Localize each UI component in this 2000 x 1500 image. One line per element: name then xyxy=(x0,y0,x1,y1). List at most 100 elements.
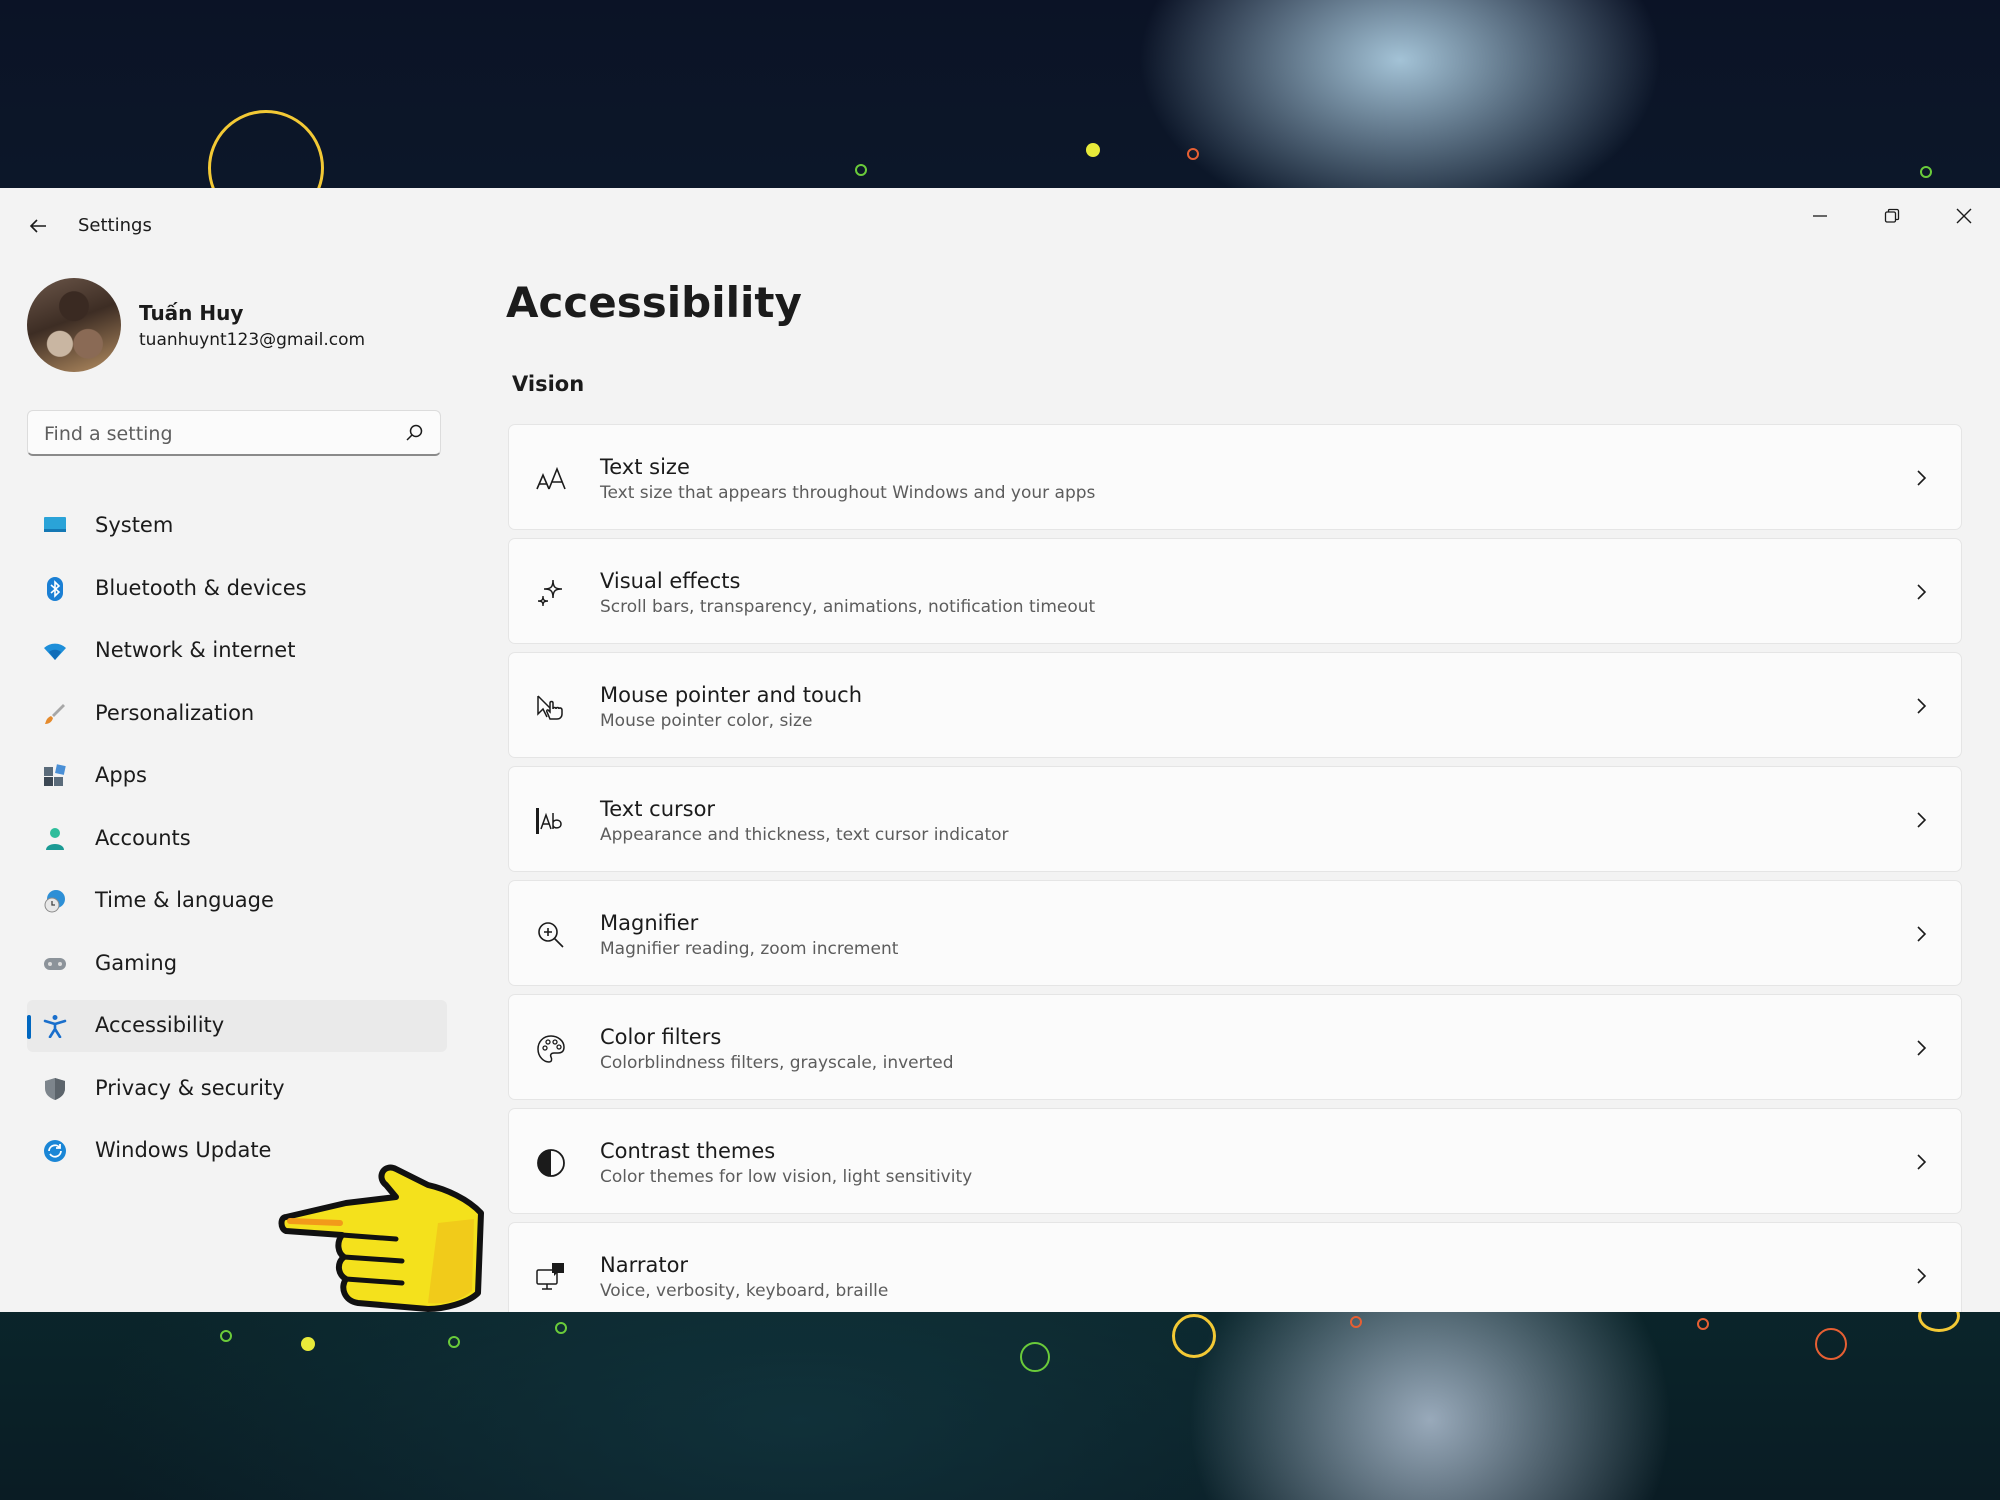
chevron-right-icon xyxy=(1917,1268,1927,1284)
maximize-button[interactable] xyxy=(1860,196,1924,236)
setting-title: Mouse pointer and touch xyxy=(600,683,863,707)
decorative-ring xyxy=(1020,1342,1050,1372)
gamepad-icon xyxy=(44,957,66,970)
text-size-icon xyxy=(536,466,566,490)
globe-clock-icon xyxy=(44,890,65,913)
chevron-right-icon xyxy=(1917,470,1927,486)
sidebar-item-label: Gaming xyxy=(95,950,178,975)
apps-icon xyxy=(44,764,66,786)
setting-title: Color filters xyxy=(600,1025,722,1049)
palette-icon xyxy=(537,1035,565,1063)
chevron-right-icon xyxy=(1917,812,1927,828)
decorative-ring xyxy=(555,1322,567,1334)
narrator-icon xyxy=(536,1263,564,1290)
sidebar-item-label: Accounts xyxy=(95,825,191,850)
setting-title: Visual effects xyxy=(600,569,741,593)
setting-text-cursor[interactable]: Text cursor Appearance and thickness, te… xyxy=(508,766,1962,872)
sidebar-item-label: Time & language xyxy=(95,888,274,912)
close-icon xyxy=(1956,208,1972,224)
chevron-right-icon xyxy=(1917,926,1927,942)
back-button[interactable] xyxy=(20,208,56,244)
setting-description: Colorblindness filters, grayscale, inver… xyxy=(600,1053,954,1073)
setting-text-size[interactable]: Text size Text size that appears through… xyxy=(508,424,1962,530)
sidebar-item-accessibility[interactable]: Accessibility xyxy=(27,1000,447,1052)
sidebar-item-label: Accessibility xyxy=(95,1013,225,1037)
setting-description: Scroll bars, transparency, animations, n… xyxy=(600,597,1096,617)
setting-description: Mouse pointer color, size xyxy=(600,711,813,731)
sidebar-item-label: System xyxy=(95,513,174,537)
decorative-dot xyxy=(1086,143,1100,157)
decorative-ring xyxy=(220,1330,232,1342)
sidebar-item-gaming[interactable]: Gaming xyxy=(27,938,447,990)
close-button[interactable] xyxy=(1932,196,1996,236)
sidebar-nav: System Bluetooth & devices Network & int… xyxy=(27,500,447,1188)
chevron-right-icon xyxy=(1917,1154,1927,1170)
minimize-icon xyxy=(1813,215,1827,217)
decorative-ring xyxy=(1350,1316,1362,1328)
user-name: Tuấn Huy xyxy=(139,301,244,325)
setting-magnifier[interactable]: Magnifier Magnifier reading, zoom increm… xyxy=(508,880,1962,986)
page-title: Accessibility xyxy=(506,278,802,327)
magnifier-icon xyxy=(538,922,564,948)
user-email: tuanhuynt123@gmail.com xyxy=(139,330,366,350)
person-icon xyxy=(46,827,64,850)
sidebar-item-time-language[interactable]: Time & language xyxy=(27,875,447,927)
sidebar-item-label: Privacy & security xyxy=(95,1075,285,1100)
sidebar-item-label: Personalization xyxy=(95,700,255,725)
pointer-touch-icon xyxy=(537,695,563,720)
decorative-ring xyxy=(1920,166,1932,178)
setting-color-filters[interactable]: Color filters Colorblindness filters, gr… xyxy=(508,994,1962,1100)
bluetooth-icon xyxy=(47,576,63,601)
text-cursor-icon xyxy=(536,808,562,834)
contrast-icon xyxy=(537,1149,565,1177)
paintbrush-icon xyxy=(45,703,65,724)
sidebar-item-privacy-security[interactable]: Privacy & security xyxy=(27,1063,447,1115)
selected-indicator xyxy=(27,1015,31,1039)
decorative-ring xyxy=(1187,148,1199,160)
sidebar-item-system[interactable]: System xyxy=(27,500,447,552)
monitor-icon xyxy=(44,517,66,532)
setting-contrast-themes[interactable]: Contrast themes Color themes for low vis… xyxy=(508,1108,1962,1214)
minimize-button[interactable] xyxy=(1788,196,1852,236)
decorative-ring xyxy=(1697,1318,1709,1330)
decorative-ring xyxy=(1815,1328,1847,1360)
sparkle-icon xyxy=(537,579,563,607)
pointing-hand-icon xyxy=(278,1164,484,1312)
setting-title: Contrast themes xyxy=(600,1139,776,1163)
search-box[interactable] xyxy=(27,410,441,457)
title-bar: Settings xyxy=(0,188,2000,264)
setting-description: Appearance and thickness, text cursor in… xyxy=(600,825,1009,845)
chevron-right-icon xyxy=(1917,584,1927,600)
sidebar-item-label: Network & internet xyxy=(95,638,296,662)
sidebar-item-personalization[interactable]: Personalization xyxy=(27,688,447,740)
chevron-right-icon xyxy=(1917,698,1927,714)
decorative-dot xyxy=(301,1337,315,1351)
accessibility-icon xyxy=(43,1015,67,1038)
setting-description: Color themes for low vision, light sensi… xyxy=(600,1167,973,1187)
sidebar-item-accounts[interactable]: Accounts xyxy=(27,813,447,865)
decorative-ring xyxy=(1172,1314,1216,1358)
sidebar-item-network[interactable]: Network & internet xyxy=(27,625,447,677)
shield-icon xyxy=(45,1077,65,1100)
setting-description: Voice, verbosity, keyboard, braille xyxy=(600,1281,889,1301)
search-input[interactable] xyxy=(42,411,386,457)
avatar[interactable] xyxy=(27,278,121,372)
search-icon[interactable] xyxy=(404,423,424,443)
wifi-icon xyxy=(44,643,66,660)
sidebar-item-apps[interactable]: Apps xyxy=(27,750,447,802)
setting-title: Text size xyxy=(600,455,690,479)
chevron-right-icon xyxy=(1917,1040,1927,1056)
setting-description: Text size that appears throughout Window… xyxy=(600,483,1096,503)
sidebar-item-label: Windows Update xyxy=(95,1138,272,1162)
sidebar-item-label: Apps xyxy=(95,763,147,787)
sidebar-item-bluetooth[interactable]: Bluetooth & devices xyxy=(27,563,447,615)
settings-window: Settings Tuấn Huy tuanhuynt123@gmail.com… xyxy=(0,188,2000,1312)
setting-description: Magnifier reading, zoom increment xyxy=(600,939,899,959)
setting-visual-effects[interactable]: Visual effects Scroll bars, transparency… xyxy=(508,538,1962,644)
restore-icon xyxy=(1884,208,1900,223)
sidebar-item-label: Bluetooth & devices xyxy=(95,575,307,600)
setting-title: Narrator xyxy=(600,1253,689,1277)
setting-mouse-pointer-touch[interactable]: Mouse pointer and touch Mouse pointer co… xyxy=(508,652,1962,758)
setting-narrator[interactable]: Narrator Voice, verbosity, keyboard, bra… xyxy=(508,1222,1962,1312)
app-title: Settings xyxy=(78,215,152,236)
